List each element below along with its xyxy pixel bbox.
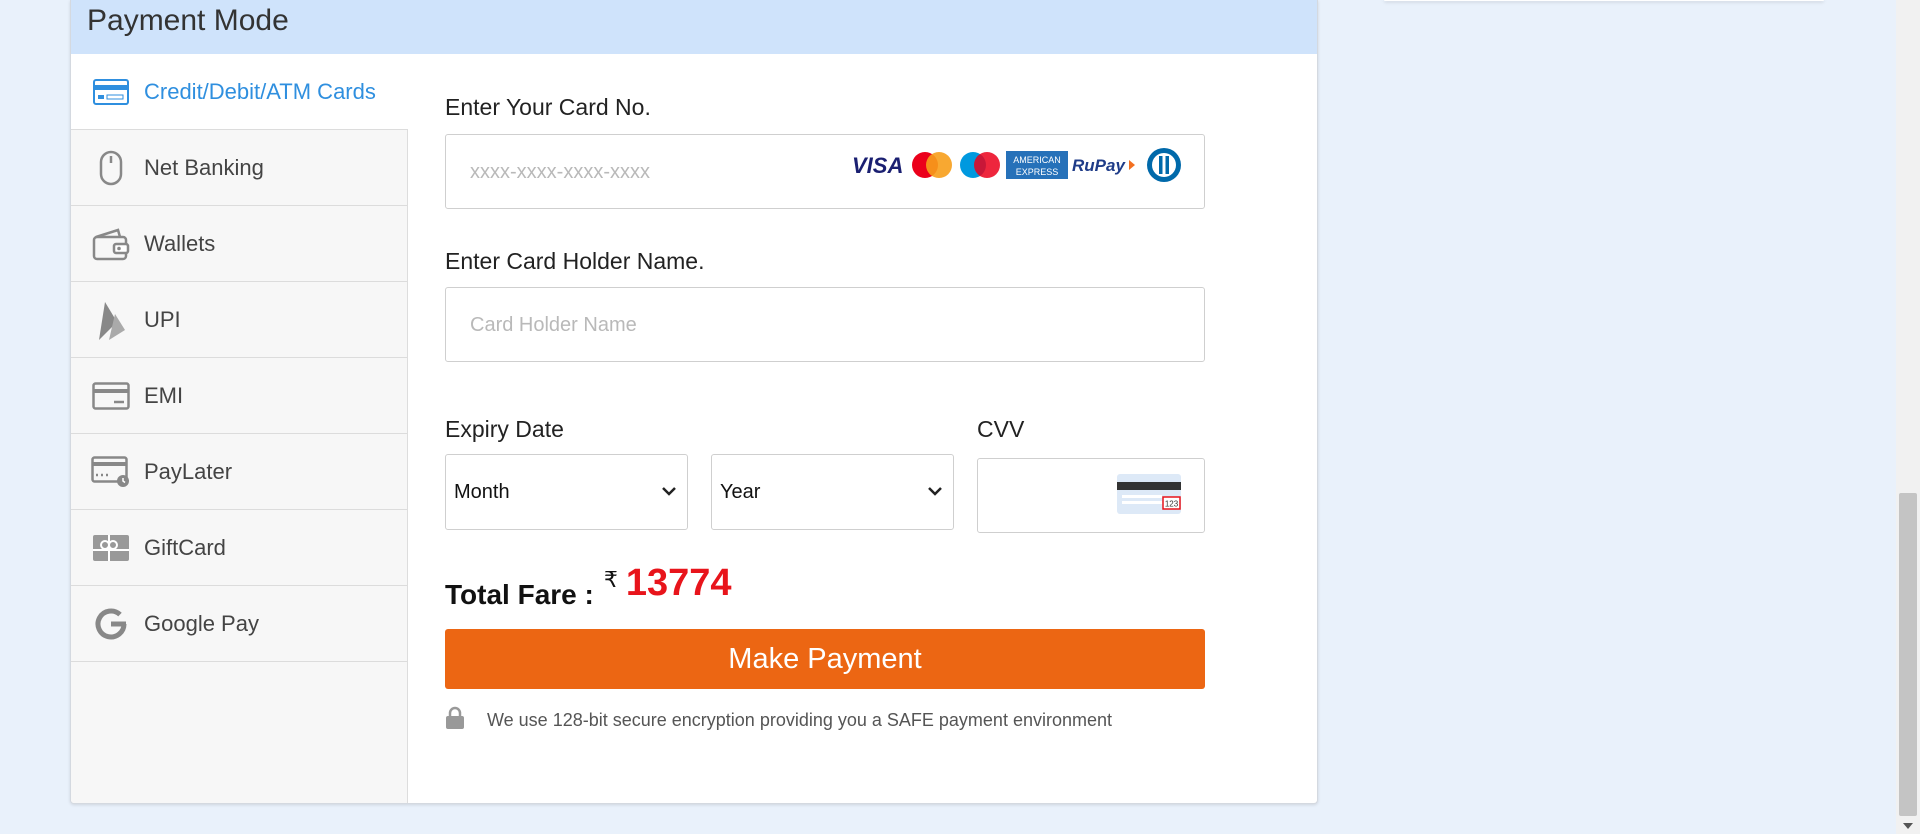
credit-card-icon <box>91 72 131 112</box>
mastercard-logo-icon <box>912 152 952 178</box>
card-number-label: Enter Your Card No. <box>445 94 651 120</box>
emi-card-icon <box>91 376 131 416</box>
sidebar-item-label: PayLater <box>144 458 233 484</box>
chevron-down-icon <box>927 483 943 501</box>
expiry-year-select[interactable]: Year <box>711 454 954 530</box>
sidebar-item-google-pay[interactable]: Google Pay <box>71 586 407 662</box>
cvv-card-icon: 123 <box>1117 474 1181 514</box>
paylater-icon <box>91 452 131 492</box>
expiry-month-select[interactable]: Month <box>445 454 688 530</box>
expiry-year-value: Year <box>720 480 761 503</box>
sidebar-item-label: GiftCard <box>144 534 226 560</box>
lock-icon <box>445 706 465 735</box>
card-holder-input[interactable] <box>468 288 852 363</box>
sidebar-item-label: Net Banking <box>144 154 264 180</box>
sidebar-item-cards[interactable]: Credit/Debit/ATM Cards <box>71 54 408 130</box>
sidebar-item-net-banking[interactable]: Net Banking <box>71 130 407 206</box>
maestro-logo-icon <box>960 152 1000 178</box>
security-text: We use 128-bit secure encryption providi… <box>487 710 1112 730</box>
total-fare-label: Total Fare : <box>445 579 594 610</box>
svg-text:123: 123 <box>1165 500 1179 509</box>
giftcard-icon <box>91 528 131 568</box>
sidebar-item-giftcard[interactable]: GiftCard <box>71 510 407 586</box>
visa-logo-icon: VISA <box>852 153 903 178</box>
amex-logo-icon: AMERICAN EXPRESS <box>1006 151 1068 179</box>
security-notice: We use 128-bit secure encryption providi… <box>445 706 1112 735</box>
expiry-month-value: Month <box>454 480 510 503</box>
total-fare-row: Total Fare : ₹ 13774 <box>445 562 732 611</box>
rupee-symbol: ₹ <box>603 567 618 592</box>
upi-icon <box>91 300 131 340</box>
page-scrollbar[interactable] <box>1896 0 1920 834</box>
svg-text:AMERICAN: AMERICAN <box>1013 155 1061 165</box>
wallet-icon <box>91 224 131 264</box>
panel-header: Payment Mode <box>71 0 1317 54</box>
card-payment-form: Enter Your Card No. VISA AMERICAN <box>445 54 1245 794</box>
cvv-field-wrapper: 123 <box>977 458 1205 534</box>
sidebar-item-label: EMI <box>144 382 184 408</box>
sidebar-item-upi[interactable]: UPI <box>71 282 407 358</box>
svg-text:EXPRESS: EXPRESS <box>1016 167 1059 177</box>
scrollbar-thumb[interactable] <box>1899 493 1917 816</box>
cvv-input[interactable] <box>1000 459 1124 534</box>
svg-text:RuPay: RuPay <box>1072 156 1126 175</box>
total-fare-amount: 13774 <box>625 562 732 604</box>
sidebar-item-paylater[interactable]: PayLater <box>71 434 407 510</box>
sidebar-item-emi[interactable]: EMI <box>71 358 407 434</box>
mouse-icon <box>91 148 131 188</box>
card-number-input[interactable] <box>468 135 852 210</box>
card-holder-field-wrapper <box>445 287 1205 363</box>
payment-method-sidebar: Credit/Debit/ATM Cards Net Banking Walle… <box>71 54 408 803</box>
rupay-logo-icon: RuPay <box>1072 156 1135 175</box>
card-number-field-wrapper: VISA AMERICAN EXPRESS RuPay <box>445 134 1205 210</box>
scroll-down-arrow-icon[interactable] <box>1902 822 1914 830</box>
sidebar-item-label: Google Pay <box>144 610 259 636</box>
sidebar-item-label: UPI <box>144 306 181 332</box>
expiry-date-label: Expiry Date <box>445 416 564 442</box>
svg-text:VISA: VISA <box>852 153 903 178</box>
sidebar-item-label: Wallets <box>144 230 216 256</box>
payment-panel: Payment Mode Credit/Debit/ATM Cards Net … <box>70 0 1318 804</box>
google-g-icon <box>91 604 131 644</box>
cvv-label: CVV <box>977 416 1025 442</box>
make-payment-button[interactable]: Make Payment <box>445 629 1205 689</box>
sidebar-item-wallets[interactable]: Wallets <box>71 206 407 282</box>
sidebar-item-label: Credit/Debit/ATM Cards <box>144 78 376 104</box>
side-summary-card <box>1384 0 1824 1</box>
page-title: Payment Mode <box>87 4 289 37</box>
card-brand-logos: VISA AMERICAN EXPRESS RuPay <box>852 148 1186 182</box>
diners-club-logo-icon <box>1147 148 1181 182</box>
chevron-down-icon <box>661 483 677 501</box>
card-holder-label: Enter Card Holder Name. <box>445 248 705 274</box>
